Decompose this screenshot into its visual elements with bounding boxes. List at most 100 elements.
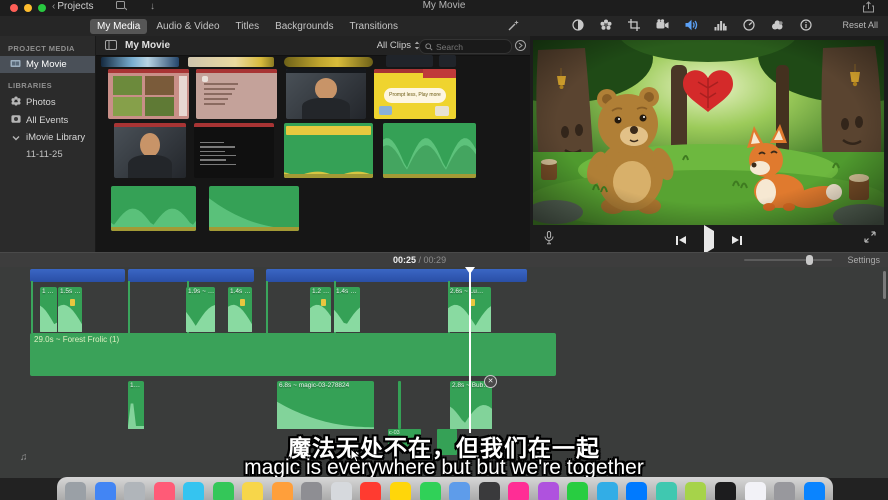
dark-partial-thumbnail[interactable]: [386, 55, 433, 67]
close-clip-button[interactable]: ✕: [484, 375, 497, 388]
title-clip-bar[interactable]: [128, 269, 254, 282]
dock-app-icon[interactable]: [390, 482, 411, 500]
stabilization-camera-icon[interactable]: [656, 19, 669, 31]
dock-app-icon[interactable]: [272, 482, 293, 500]
sound-effect-clip[interactable]: 1.4s …: [228, 287, 252, 332]
dock-app-icon[interactable]: [656, 482, 677, 500]
sidebar-item-all-events[interactable]: All Events: [0, 111, 95, 129]
dock-app-icon[interactable]: [597, 482, 618, 500]
dark-partial-thumbnail[interactable]: [439, 55, 456, 67]
imovie-window: ‹Projects ↓ My Movie My MediaAudio & Vid…: [0, 0, 888, 500]
playhead[interactable]: [469, 267, 471, 433]
strip-gold-thumbnail[interactable]: [284, 57, 373, 67]
dock-app-icon[interactable]: [745, 482, 766, 500]
dock-app-icon[interactable]: [449, 482, 470, 500]
search-placeholder: Search: [436, 42, 463, 52]
dock-app-icon[interactable]: [213, 482, 234, 500]
clip-marker: [321, 299, 326, 306]
pink-doc-thumbnail[interactable]: [196, 69, 277, 119]
dock-app-icon[interactable]: [65, 482, 86, 500]
clip-marker: [70, 299, 75, 306]
info-icon[interactable]: [800, 19, 812, 31]
dock-app-icon[interactable]: [804, 482, 825, 500]
strip-blue-thumbnail[interactable]: [101, 57, 179, 67]
clip-fragment[interactable]: [398, 381, 401, 429]
promo-yellow-thumbnail[interactable]: Prompt less, Play more: [374, 69, 456, 119]
tab-titles[interactable]: Titles: [229, 19, 267, 34]
dock-app-icon[interactable]: [567, 482, 588, 500]
sound-effect-clip[interactable]: 1.9s ~ …: [186, 287, 215, 332]
project-media-header: PROJECT MEDIA: [0, 36, 95, 56]
terminal-thumbnail[interactable]: [194, 123, 274, 178]
dock-app-icon[interactable]: [420, 482, 441, 500]
dock-app-icon[interactable]: [715, 482, 736, 500]
color-balance-icon[interactable]: [572, 19, 584, 31]
dock[interactable]: [57, 477, 833, 500]
bears-grid-thumbnail[interactable]: [108, 69, 189, 119]
zoom-slider-thumb[interactable]: [806, 255, 813, 265]
sound-effect-clip[interactable]: 1.4s …: [334, 287, 360, 332]
skip-forward-button[interactable]: [732, 236, 742, 245]
color-wheel-icon[interactable]: [600, 19, 612, 31]
audio-decay-thumbnail[interactable]: [209, 186, 299, 231]
viewer-toolbar: Reset All: [495, 16, 888, 37]
audio-clip[interactable]: 6.8s ~ magic-03-278824: [277, 381, 374, 429]
dock-app-icon[interactable]: [242, 482, 263, 500]
video-preview[interactable]: [533, 40, 884, 225]
dock-app-icon[interactable]: [124, 482, 145, 500]
audio-clip[interactable]: 1…: [128, 381, 144, 429]
volume-icon[interactable]: [685, 19, 698, 31]
timeline-scrollbar[interactable]: [883, 271, 886, 299]
clip-navigator-icon[interactable]: [515, 40, 526, 54]
audio-wave-thumbnail[interactable]: [111, 186, 196, 231]
tab-my-media[interactable]: My Media: [90, 19, 147, 34]
tab-backgrounds[interactable]: Backgrounds: [268, 19, 340, 34]
sidebar-item-11-11-25[interactable]: 11-11-25: [0, 146, 95, 163]
skip-back-button[interactable]: [676, 236, 686, 245]
zoom-slider[interactable]: [744, 259, 832, 261]
audio-yellowtop-thumbnail[interactable]: [284, 123, 373, 178]
all-clips-dropdown[interactable]: All Clips: [377, 40, 420, 51]
sidebar-item-label: All Events: [26, 115, 68, 126]
sidebar-item-imovie-library[interactable]: iMovie Library: [0, 129, 95, 146]
sidebar-item-my-movie[interactable]: My Movie: [0, 56, 95, 73]
dock-app-icon[interactable]: [685, 482, 706, 500]
fullscreen-icon[interactable]: [864, 230, 876, 248]
play-button[interactable]: [704, 231, 714, 249]
media-tab-bar: My MediaAudio & VideoTitlesBackgroundsTr…: [0, 16, 495, 37]
dock-app-icon[interactable]: [626, 482, 647, 500]
audio-clip[interactable]: 2.8s ~ Bub…✕: [450, 381, 492, 429]
share-icon[interactable]: [863, 1, 874, 16]
webcam2-thumbnail[interactable]: [114, 123, 186, 178]
dock-app-icon[interactable]: [301, 482, 322, 500]
sidebar-item-photos[interactable]: Photos: [0, 93, 95, 111]
dock-app-icon[interactable]: [154, 482, 175, 500]
sidebar-toggle-icon[interactable]: [105, 40, 117, 53]
search-input[interactable]: Search: [419, 39, 512, 54]
dock-app-icon[interactable]: [479, 482, 500, 500]
sound-effect-clip[interactable]: 1.2 …: [310, 287, 331, 332]
dock-app-icon[interactable]: [360, 482, 381, 500]
title-clip-bar[interactable]: [266, 269, 527, 282]
tab-audio-video[interactable]: Audio & Video: [149, 19, 226, 34]
dock-app-icon[interactable]: [508, 482, 529, 500]
dock-app-icon[interactable]: [538, 482, 559, 500]
audio-spiky-thumbnail[interactable]: [383, 123, 476, 178]
timeline-settings-button[interactable]: Settings: [847, 255, 880, 265]
dock-app-icon[interactable]: [331, 482, 352, 500]
tab-transitions[interactable]: Transitions: [342, 19, 405, 34]
noise-reduction-icon[interactable]: [771, 19, 784, 31]
speed-icon[interactable]: [743, 19, 755, 31]
webcam-thumbnail[interactable]: [286, 69, 366, 119]
equalizer-icon[interactable]: [714, 19, 727, 31]
music-clip[interactable]: 29.0s ~ Forest Frolic (1): [30, 333, 556, 376]
dock-app-icon[interactable]: [95, 482, 116, 500]
sound-effect-clip[interactable]: 1.5s …: [58, 287, 82, 332]
reset-all-button[interactable]: Reset All: [842, 20, 878, 30]
strip-pale-thumbnail[interactable]: [188, 57, 274, 67]
title-clip-bar[interactable]: [30, 269, 125, 282]
sound-effect-clip[interactable]: 1 …: [40, 287, 57, 332]
crop-icon[interactable]: [628, 19, 640, 31]
dock-app-icon[interactable]: [774, 482, 795, 500]
dock-app-icon[interactable]: [183, 482, 204, 500]
